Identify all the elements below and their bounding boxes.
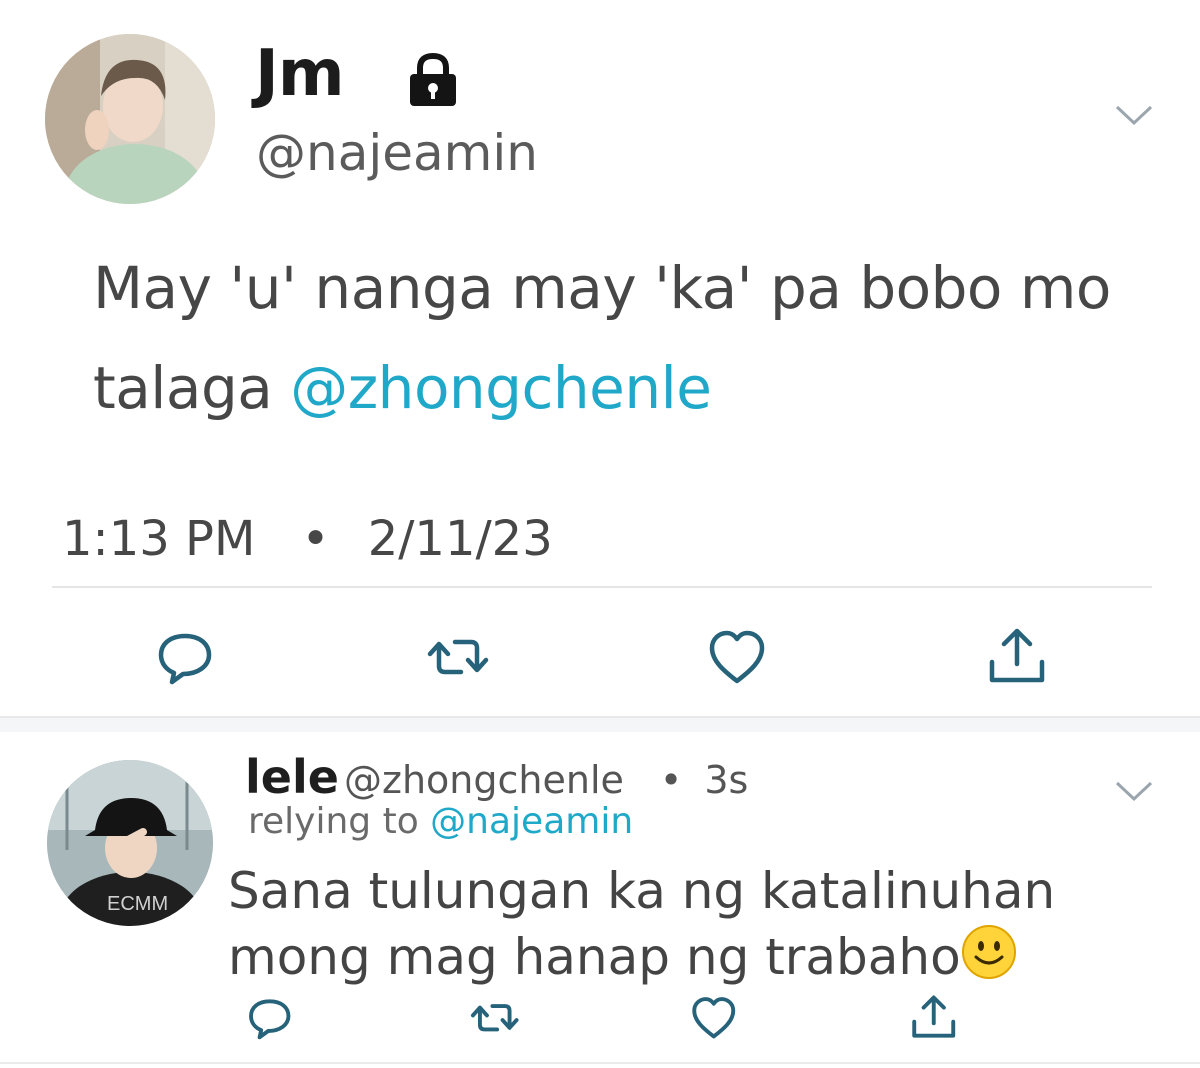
- handle[interactable]: @najeamin: [256, 128, 538, 178]
- tweet-time: 1:13 PM: [62, 511, 256, 567]
- like-icon[interactable]: [680, 986, 746, 1052]
- lock-icon: [402, 52, 464, 108]
- mention-link[interactable]: @najeamin: [430, 801, 633, 842]
- replying-label: relying to: [248, 801, 419, 842]
- display-name[interactable]: Jm: [255, 42, 344, 106]
- avatar-jm[interactable]: [45, 34, 215, 204]
- divider: [52, 586, 1152, 588]
- tweet-text: Sana tulungan ka ng katalinuhan mong mag…: [228, 858, 1188, 990]
- tweet-time-ago[interactable]: 3s: [704, 758, 748, 802]
- reply-icon[interactable]: [152, 624, 218, 690]
- smile-emoji-icon: [961, 924, 1017, 980]
- mention-link[interactable]: @zhongchenle: [290, 354, 712, 422]
- retweet-icon[interactable]: [461, 986, 527, 1052]
- section-gap: [0, 718, 1200, 732]
- reply-header: lele @zhongchenle • 3s: [245, 754, 748, 800]
- tweet-date: 2/11/23: [367, 511, 553, 567]
- chevron-down-icon[interactable]: [1114, 779, 1154, 803]
- tweet-timestamp: 1:13 PM • 2/11/23: [62, 515, 553, 563]
- reply-icon[interactable]: [236, 986, 302, 1052]
- tweet-text: May 'u' nanga may 'ka' pa bobo mo talaga…: [93, 238, 1173, 438]
- tweet-body: Sana tulungan ka ng katalinuhan mong mag…: [228, 862, 1056, 986]
- divider: [0, 1062, 1200, 1064]
- meta-separator: •: [659, 758, 683, 802]
- meta-separator: •: [301, 511, 330, 567]
- handle[interactable]: @zhongchenle: [344, 758, 624, 802]
- retweet-icon[interactable]: [425, 624, 491, 690]
- avatar-lele[interactable]: ECMM: [47, 760, 213, 926]
- display-name[interactable]: lele: [245, 750, 339, 804]
- replying-to: relying to @najeamin: [248, 804, 633, 840]
- share-icon[interactable]: [984, 624, 1050, 690]
- svg-text:ECMM: ECMM: [107, 893, 168, 915]
- chevron-down-icon[interactable]: [1114, 103, 1154, 127]
- share-icon[interactable]: [900, 986, 966, 1052]
- like-icon[interactable]: [704, 624, 770, 690]
